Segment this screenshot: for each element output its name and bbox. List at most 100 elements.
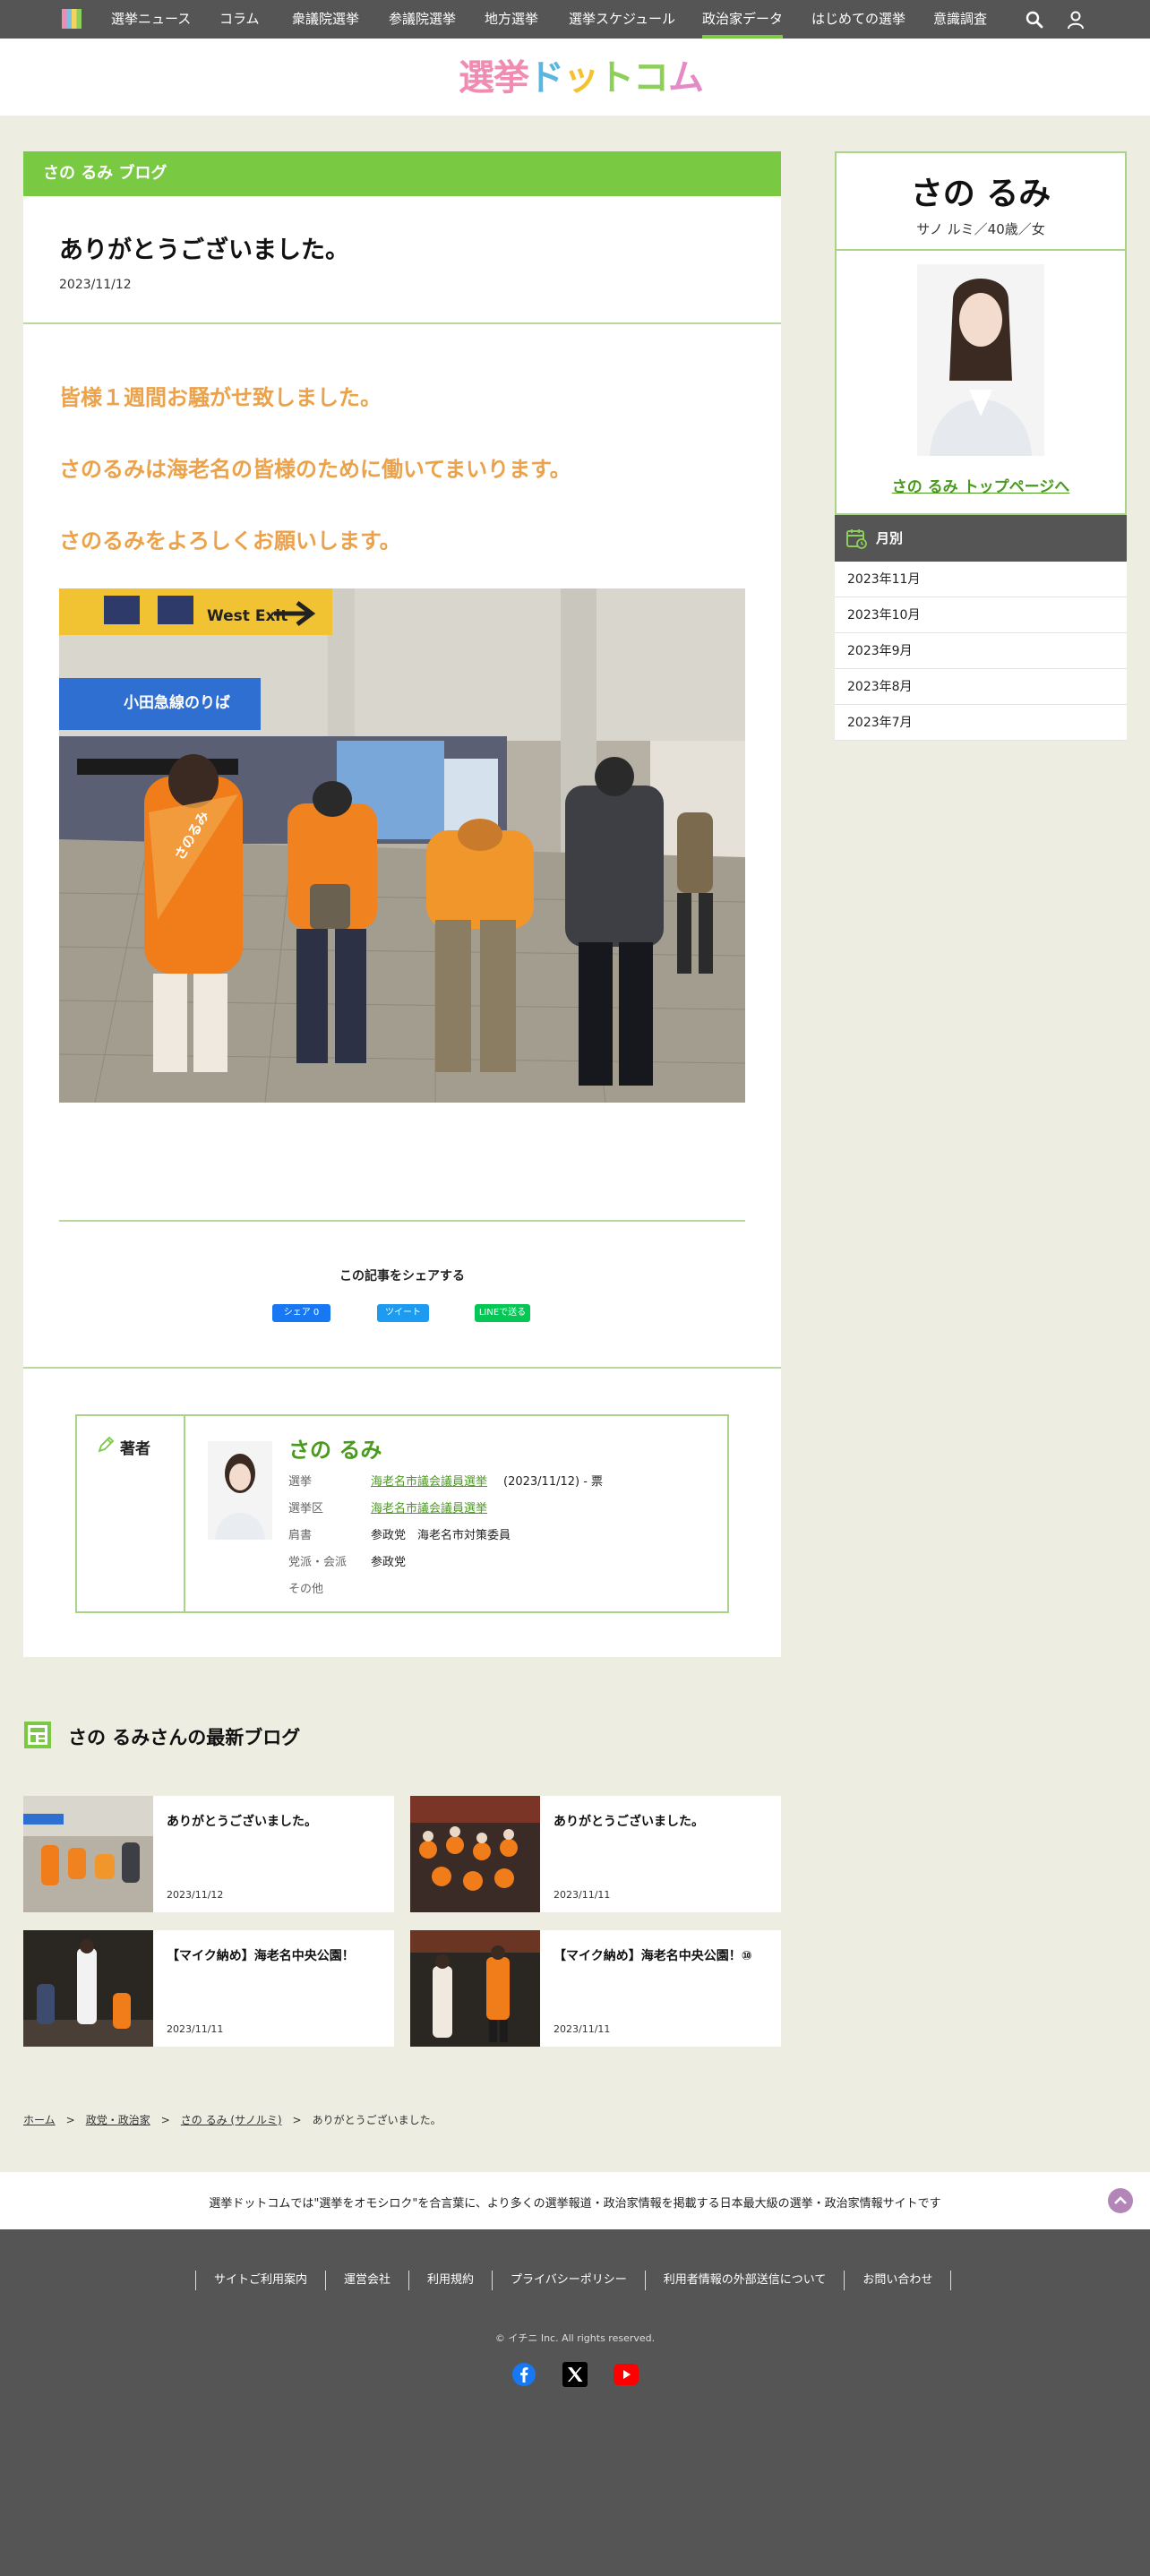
row-key: 肩書 xyxy=(288,1529,313,1542)
blog-card-title: 【マイク納め】海老名中央公園！ xyxy=(167,1949,355,1963)
blog-card-thumbnail xyxy=(23,1930,153,2047)
page-top-button[interactable] xyxy=(1108,2188,1133,2213)
author-row-district: 選挙区 海老名市議会議員選挙 xyxy=(288,1498,487,1516)
article-photo: West Exit 小田急線のりば さのるみ xyxy=(59,588,745,1103)
copyright: © イチニ Inc. All rights reserved. xyxy=(494,2332,656,2344)
sidebar-name: さの るみ xyxy=(910,176,1051,212)
nav-item-upper-house[interactable]: 参議院選挙 xyxy=(389,0,456,39)
logo-char: 選 xyxy=(459,57,494,99)
calendar-icon xyxy=(846,529,867,549)
nav-item-election-news[interactable]: 選挙ニュース xyxy=(111,0,191,39)
blog-list-icon xyxy=(24,1722,51,1748)
blog-card-thumbnail xyxy=(23,1796,153,1912)
logo-char: 挙 xyxy=(493,57,529,99)
monthly-archive-header: 月別 xyxy=(835,515,1127,562)
twitter-share-button[interactable]: ツイート xyxy=(377,1304,429,1322)
divider xyxy=(837,249,1125,251)
breadcrumb-separator: > xyxy=(292,2114,302,2126)
share-title: この記事をシェアする xyxy=(339,1269,465,1284)
page-title: ありがとうございました。 xyxy=(59,236,349,264)
divider xyxy=(23,322,781,324)
blog-card[interactable]: ありがとうございました。 2023/11/12 xyxy=(23,1796,394,1912)
nav-item-column[interactable]: コラム xyxy=(219,0,260,39)
blog-card[interactable]: 【マイク納め】海老名中央公園！⑩ 2023/11/11 xyxy=(410,1930,781,2047)
breadcrumb-home[interactable]: ホーム xyxy=(23,2114,56,2126)
author-row-title: 肩書 参政党 海老名市対策委員 xyxy=(288,1525,511,1542)
body-paragraph: さのるみをよろしくお願いします。 xyxy=(59,528,401,554)
profile-photo[interactable] xyxy=(917,264,1044,456)
logo-char: ド xyxy=(528,57,564,99)
month-item[interactable]: 2023年7月 xyxy=(835,705,1127,741)
row-key: 選挙区 xyxy=(288,1502,324,1516)
chevron-up-icon xyxy=(1114,2196,1127,2204)
month-item[interactable]: 2023年11月 xyxy=(835,562,1127,597)
profile-top-link[interactable]: さの るみ トップページへ xyxy=(837,474,1125,496)
row-value: 参政党 海老名市対策委員 xyxy=(371,1529,511,1542)
district-link[interactable]: 海老名市議会議員選挙 xyxy=(371,1502,487,1516)
latest-blogs-heading: さの るみさんの最新ブログ xyxy=(68,1727,301,1748)
site-logo[interactable]: 選挙ドットコム xyxy=(459,57,704,99)
facebook-icon[interactable] xyxy=(511,2362,536,2387)
top-navigation: 選挙ニュース コラム 衆議院選挙 参議院選挙 地方選挙 選挙スケジュール 政治家… xyxy=(0,0,1150,39)
search-icon[interactable] xyxy=(1025,10,1044,30)
blog-label-bar: さの るみ ブログ xyxy=(23,151,781,196)
blog-card-title: 【マイク納め】海老名中央公園！⑩ xyxy=(554,1949,752,1963)
blog-card-date: 2023/11/11 xyxy=(554,2023,611,2035)
election-link[interactable]: 海老名市議会議員選挙 xyxy=(371,1475,487,1489)
row-value: 参政党 xyxy=(371,1556,407,1569)
blog-card[interactable]: 【マイク納め】海老名中央公園！ 2023/11/11 xyxy=(23,1930,394,2047)
nav-item-survey[interactable]: 意識調査 xyxy=(933,0,987,39)
footer-tagline: 選挙ドットコムでは"選挙をオモシロク"を合言葉に、より多くの選挙報道・政治家情報… xyxy=(209,2197,941,2211)
author-name[interactable]: さの るみ xyxy=(288,1432,382,1464)
breadcrumb-separator: > xyxy=(65,2114,75,2126)
blog-card-thumbnail xyxy=(410,1930,540,2047)
footer-link-guide[interactable]: サイトご利用案内 xyxy=(195,2271,325,2290)
row-key: 党派・会派 xyxy=(288,1556,348,1569)
blog-article: さの るみ ブログ ありがとうございました。 2023/11/12 皆様１週間お… xyxy=(23,151,781,1657)
body-paragraph: 皆様１週間お騒がせ致しました。 xyxy=(59,385,382,410)
footer-link-contact[interactable]: お問い合わせ xyxy=(844,2271,952,2290)
month-item[interactable]: 2023年8月 xyxy=(835,669,1127,705)
blog-card[interactable]: ありがとうございました。 2023/11/11 xyxy=(410,1796,781,1912)
x-icon[interactable] xyxy=(562,2362,588,2387)
author-row-other: その他 xyxy=(288,1579,371,1596)
author-label: 著者 xyxy=(120,1440,150,1458)
blog-card-title: ありがとうございました。 xyxy=(554,1815,704,1829)
election-extra: (2023/11/12) - 票 xyxy=(503,1475,604,1489)
breadcrumb-parties[interactable]: 政党・政治家 xyxy=(86,2114,150,2126)
footer-link-company[interactable]: 運営会社 xyxy=(325,2271,408,2290)
logo-char: コ xyxy=(633,57,669,99)
author-row-party: 党派・会派 参政党 xyxy=(288,1552,406,1569)
footer-link-external-info[interactable]: 利用者情報の外部送信について xyxy=(644,2271,845,2290)
month-item[interactable]: 2023年9月 xyxy=(835,633,1127,669)
nav-item-first-election[interactable]: はじめての選挙 xyxy=(811,0,905,39)
author-box: 著者 さの るみ 選挙 海老名市議会議員選挙 (2023/11/12) - 票 選挙… xyxy=(75,1414,729,1613)
nav-item-schedule[interactable]: 選挙スケジュール xyxy=(569,0,675,39)
month-item[interactable]: 2023年10月 xyxy=(835,597,1127,633)
author-label-cell: 著者 xyxy=(77,1416,185,1611)
divider xyxy=(23,1367,781,1369)
body-paragraph: さのるみは海老名の皆様のために働いてまいります。 xyxy=(59,457,571,482)
site-mark-icon[interactable] xyxy=(62,9,82,29)
pencil-icon xyxy=(98,1436,115,1453)
user-icon[interactable] xyxy=(1066,10,1086,30)
footer-link-terms[interactable]: 利用規約 xyxy=(408,2271,492,2290)
breadcrumb-politician[interactable]: さの るみ (サノルミ) xyxy=(181,2114,282,2126)
author-avatar[interactable] xyxy=(208,1441,272,1540)
logo-char: ム xyxy=(668,57,704,99)
divider xyxy=(59,1220,745,1222)
sidebar-profile: さの るみ サノ ルミ／40歳／女 さの るみ トップページへ xyxy=(835,151,1127,515)
footer-links: サイトご利用案内 運営会社 利用規約 プライバシーポリシー 利用者情報の外部送信について… xyxy=(195,2271,952,2290)
row-key: その他 xyxy=(288,1583,324,1596)
blog-card-date: 2023/11/11 xyxy=(167,2023,224,2035)
blog-card-title: ありがとうございました。 xyxy=(167,1815,317,1829)
author-row-election: 選挙 海老名市議会議員選挙 (2023/11/12) - 票 xyxy=(288,1472,603,1489)
youtube-icon[interactable] xyxy=(614,2362,639,2387)
line-share-button[interactable]: LINEで送る xyxy=(475,1304,530,1322)
nav-item-local-election[interactable]: 地方選挙 xyxy=(485,0,538,39)
footer-tagline-band: 選挙ドットコムでは"選挙をオモシロク"を合言葉に、より多くの選挙報道・政治家情報… xyxy=(0,2172,1150,2229)
nav-item-politician-data[interactable]: 政治家データ xyxy=(702,0,784,39)
footer-link-privacy[interactable]: プライバシーポリシー xyxy=(492,2271,645,2290)
nav-item-lower-house[interactable]: 衆議院選挙 xyxy=(292,0,359,39)
facebook-share-button[interactable]: シェア 0 xyxy=(272,1304,330,1322)
